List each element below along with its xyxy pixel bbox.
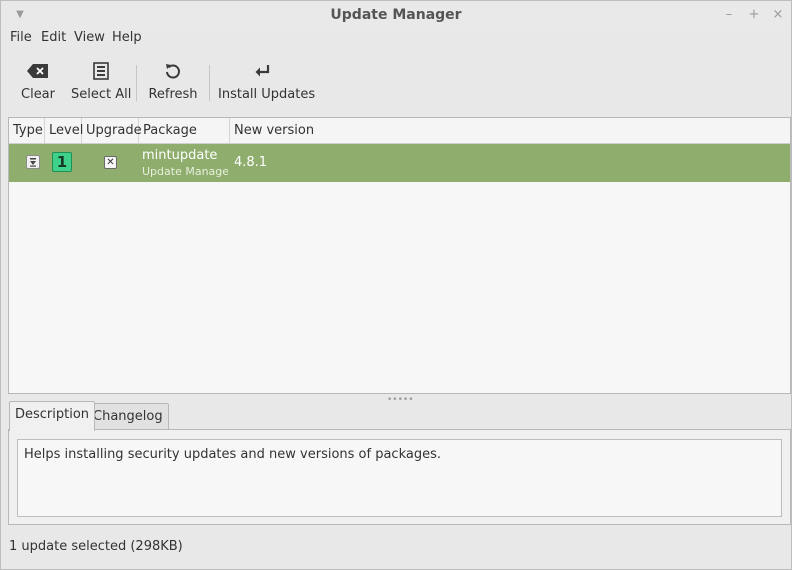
column-header-upgrade[interactable]: Upgrade xyxy=(82,118,142,143)
toolbar: Clear Select All Refresh Install Updates xyxy=(1,53,791,111)
refresh-button[interactable]: Refresh xyxy=(146,53,200,109)
title-bar: ▼ Update Manager – + × xyxy=(1,1,791,30)
select-all-icon xyxy=(71,61,131,81)
upgrade-checkbox[interactable]: ✕ xyxy=(104,156,117,169)
window-title: Update Manager xyxy=(330,7,462,23)
menu-help[interactable]: Help xyxy=(112,30,142,45)
clear-button[interactable]: Clear xyxy=(15,53,61,109)
column-header-package[interactable]: Package xyxy=(139,118,230,143)
backspace-icon xyxy=(15,61,61,81)
status-text: 1 update selected (298KB) xyxy=(9,539,183,554)
menu-view[interactable]: View xyxy=(74,30,105,45)
toolbar-separator xyxy=(136,65,137,101)
minimize-icon[interactable]: – xyxy=(720,6,738,24)
refresh-icon xyxy=(146,61,200,81)
install-updates-label: Install Updates xyxy=(218,87,316,102)
level-badge: 1 xyxy=(52,152,72,172)
update-list: Type Level Upgrade Package New version 1… xyxy=(8,117,791,394)
close-icon[interactable]: × xyxy=(769,6,787,24)
enter-arrow-icon xyxy=(218,61,308,81)
package-description: Update Manager. xyxy=(142,165,228,178)
description-text: Helps installing security updates and ne… xyxy=(24,447,441,462)
package-download-icon xyxy=(26,155,40,169)
tab-changelog[interactable]: Changelog xyxy=(87,403,169,430)
menu-edit[interactable]: Edit xyxy=(41,30,66,45)
toolbar-separator xyxy=(209,65,210,101)
install-updates-button[interactable]: Install Updates xyxy=(218,53,316,109)
description-panel: Helps installing security updates and ne… xyxy=(8,429,791,525)
update-manager-window: ▼ Update Manager – + × File Edit View He… xyxy=(0,0,792,570)
column-header-new-version[interactable]: New version xyxy=(230,118,790,143)
menu-file[interactable]: File xyxy=(10,30,32,45)
new-version: 4.8.1 xyxy=(234,155,268,170)
maximize-icon[interactable]: + xyxy=(745,6,763,24)
package-name: mintupdate xyxy=(142,148,218,163)
column-header-type[interactable]: Type xyxy=(9,118,45,143)
list-header: Type Level Upgrade Package New version xyxy=(9,118,790,144)
column-header-level[interactable]: Level xyxy=(45,118,83,143)
menu-bar: File Edit View Help xyxy=(1,29,791,49)
select-all-label: Select All xyxy=(71,87,132,102)
table-row[interactable]: 1 ✕ mintupdate Update Manager. 4.8.1 xyxy=(9,144,790,182)
pane-splitter-handle[interactable]: ••••• xyxy=(387,395,414,405)
refresh-label: Refresh xyxy=(148,87,198,102)
tab-description[interactable]: Description xyxy=(9,401,96,431)
description-box: Helps installing security updates and ne… xyxy=(17,439,782,517)
clear-label: Clear xyxy=(21,87,55,102)
select-all-button[interactable]: Select All xyxy=(71,53,131,109)
